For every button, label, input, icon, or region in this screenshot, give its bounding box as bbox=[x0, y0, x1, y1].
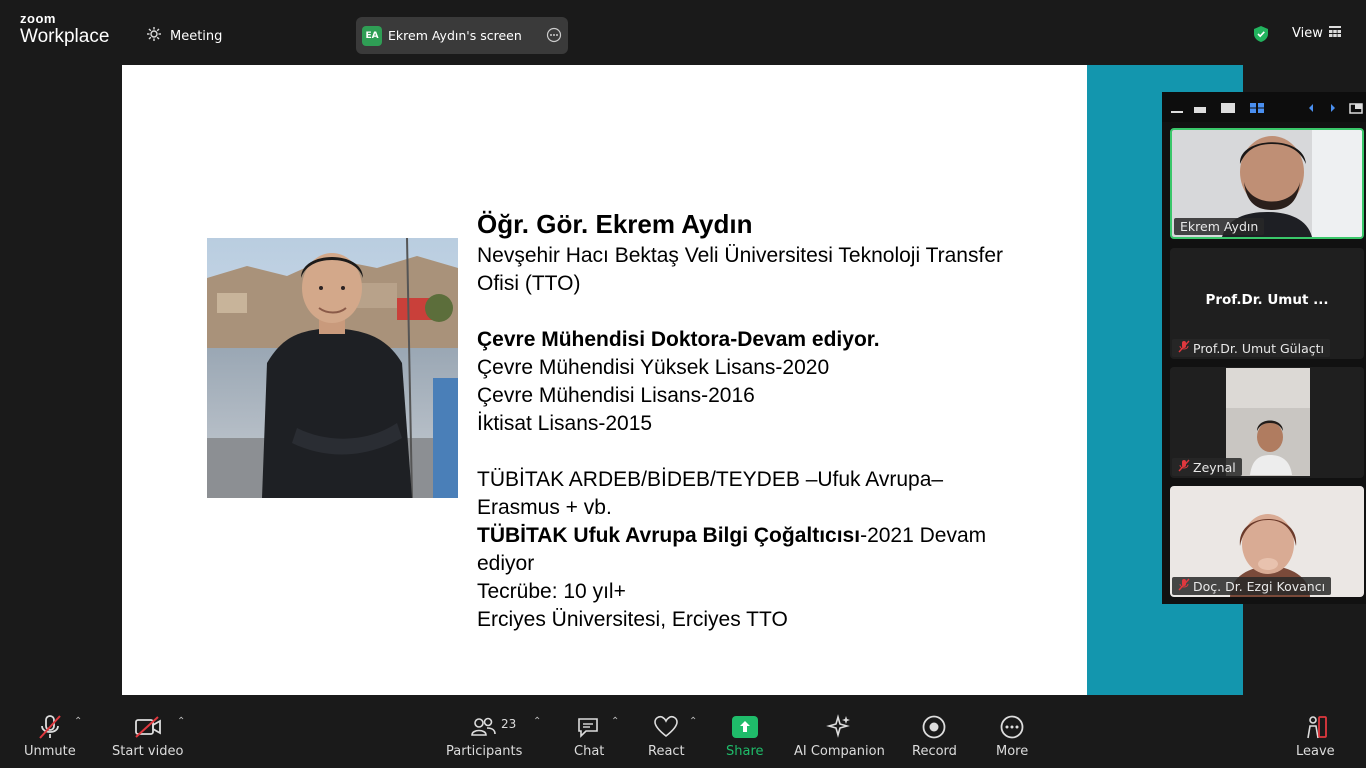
participant-tile[interactable]: Doç. Dr. Ezgi Kovancı bbox=[1170, 486, 1364, 597]
ufuk-role-line-2: ediyor bbox=[477, 552, 535, 575]
previous-page-icon[interactable] bbox=[1306, 100, 1316, 119]
mic-muted-icon bbox=[37, 710, 63, 744]
leave-icon bbox=[1302, 710, 1328, 744]
participant-display-name: Prof.Dr. Umut ... bbox=[1205, 292, 1329, 308]
video-options-chevron-icon[interactable]: ⌃ bbox=[177, 716, 185, 727]
chat-icon bbox=[576, 710, 602, 744]
screen-share-label: Ekrem Aydın's screen bbox=[388, 28, 522, 43]
muted-mic-icon bbox=[1178, 340, 1190, 356]
ufuk-role-rest: -2021 Devam bbox=[860, 524, 987, 547]
ufuk-role-line-1: TÜBİTAK Ufuk Avrupa Bilgi Çoğaltıcısı-20… bbox=[477, 522, 1077, 550]
chat-button[interactable]: Chat bbox=[574, 710, 604, 759]
ufuk-role-bold: TÜBİTAK Ufuk Avrupa Bilgi Çoğaltıcısı bbox=[477, 524, 861, 547]
education-masters: Çevre Mühendisi Yüksek Lisans-2020 bbox=[477, 356, 830, 379]
shared-screen-slide: Öğr. Gör. Ekrem Aydın Nevşehir Hacı Bekt… bbox=[122, 65, 1087, 695]
gallery-toolbar bbox=[1162, 92, 1366, 122]
leave-button[interactable]: Leave bbox=[1296, 710, 1335, 759]
audio-options-chevron-icon[interactable]: ⌃ bbox=[74, 716, 82, 727]
more-button[interactable]: More bbox=[996, 710, 1028, 759]
share-screen-icon bbox=[731, 710, 758, 744]
presenter-name: Öğr. Gör. Ekrem Aydın bbox=[477, 209, 753, 239]
presenter-avatar: EA bbox=[362, 25, 382, 46]
experience: Tecrübe: 10 yıl+ bbox=[477, 580, 626, 603]
more-options-icon[interactable] bbox=[546, 27, 562, 46]
sparkle-icon bbox=[826, 710, 852, 744]
presenter-bio: Öğr. Gör. Ekrem Aydın Nevşehir Hacı Bekt… bbox=[477, 206, 1077, 634]
next-page-icon[interactable] bbox=[1328, 100, 1338, 119]
participant-tile[interactable]: Prof.Dr. Umut ... Prof.Dr. Umut Gülaçtı bbox=[1170, 248, 1364, 359]
participant-name-label: Prof.Dr. Umut Gülaçtı bbox=[1172, 339, 1330, 357]
muted-mic-icon bbox=[1178, 459, 1190, 475]
organization: Erciyes Üniversitesi, Erciyes TTO bbox=[477, 608, 788, 631]
participant-tile[interactable]: Zeynal bbox=[1170, 367, 1364, 478]
share-button[interactable]: Share bbox=[726, 710, 764, 759]
chat-options-chevron-icon[interactable]: ⌃ bbox=[611, 716, 619, 727]
view-button[interactable]: View bbox=[1292, 26, 1341, 41]
meeting-label: Meeting bbox=[170, 28, 223, 44]
affiliation-line-2: Ofisi (TTO) bbox=[477, 272, 581, 295]
unmute-button[interactable]: Unmute bbox=[24, 710, 76, 759]
pop-out-icon[interactable] bbox=[1349, 100, 1363, 119]
ai-companion-button[interactable]: AI Companion bbox=[794, 710, 885, 759]
tubitak-programs-line-1: TÜBİTAK ARDEB/BİDEB/TEYDEB –Ufuk Avrupa– bbox=[477, 468, 944, 491]
gallery-view-icon[interactable] bbox=[1249, 100, 1265, 119]
logo-bottom: Workplace bbox=[20, 26, 110, 47]
more-icon bbox=[999, 710, 1025, 744]
minimize-icon[interactable] bbox=[1170, 100, 1184, 119]
strip-view-icon[interactable] bbox=[1193, 100, 1207, 119]
meeting-info-button[interactable]: Meeting bbox=[146, 26, 222, 46]
encryption-shield-icon[interactable] bbox=[1254, 26, 1268, 46]
affiliation-line-1: Nevşehir Hacı Bektaş Veli Üniversitesi T… bbox=[477, 244, 1003, 267]
tubitak-programs-line-2: Erasmus + vb. bbox=[477, 496, 612, 519]
participant-name-label: Zeynal bbox=[1172, 458, 1242, 476]
muted-mic-icon bbox=[1178, 578, 1190, 594]
participants-count: 23 bbox=[501, 717, 517, 731]
heart-icon bbox=[653, 710, 679, 744]
participant-tile[interactable]: Ekrem Aydın bbox=[1170, 128, 1364, 239]
participant-name-label: Doç. Dr. Ezgi Kovancı bbox=[1172, 577, 1332, 595]
presenter-photo bbox=[207, 238, 458, 498]
education-economics: İktisat Lisans-2015 bbox=[477, 412, 653, 435]
video-off-icon bbox=[134, 710, 162, 744]
view-label: View bbox=[1292, 26, 1323, 41]
participants-options-chevron-icon[interactable]: ⌃ bbox=[533, 716, 541, 727]
meeting-controls-toolbar: Unmute ⌃ Start video ⌃ Participants 23 ⌃… bbox=[0, 696, 1366, 768]
participants-icon bbox=[469, 710, 499, 744]
education-phd: Çevre Mühendisi Doktora-Devam ediyor. bbox=[477, 328, 880, 351]
education-bachelors: Çevre Mühendisi Lisans-2016 bbox=[477, 384, 755, 407]
top-bar: zoom Workplace Meeting EA Ekrem Aydın's … bbox=[0, 0, 1366, 65]
react-options-chevron-icon[interactable]: ⌃ bbox=[689, 716, 697, 727]
screen-share-indicator[interactable]: EA Ekrem Aydın's screen bbox=[356, 17, 568, 54]
react-button[interactable]: React bbox=[648, 710, 685, 759]
record-icon bbox=[921, 710, 947, 744]
start-video-button[interactable]: Start video bbox=[112, 710, 183, 759]
participant-gallery: Ekrem Aydın Prof.Dr. Umut ... Prof.Dr. U… bbox=[1162, 92, 1366, 604]
zoom-logo: zoom Workplace bbox=[20, 12, 109, 46]
logo-top: zoom bbox=[20, 11, 56, 26]
participant-name-label: Ekrem Aydın bbox=[1174, 218, 1265, 235]
speaker-view-icon[interactable] bbox=[1220, 100, 1236, 119]
record-button[interactable]: Record bbox=[912, 710, 957, 759]
meeting-settings-icon bbox=[146, 26, 162, 46]
grid-view-icon bbox=[1328, 26, 1341, 41]
